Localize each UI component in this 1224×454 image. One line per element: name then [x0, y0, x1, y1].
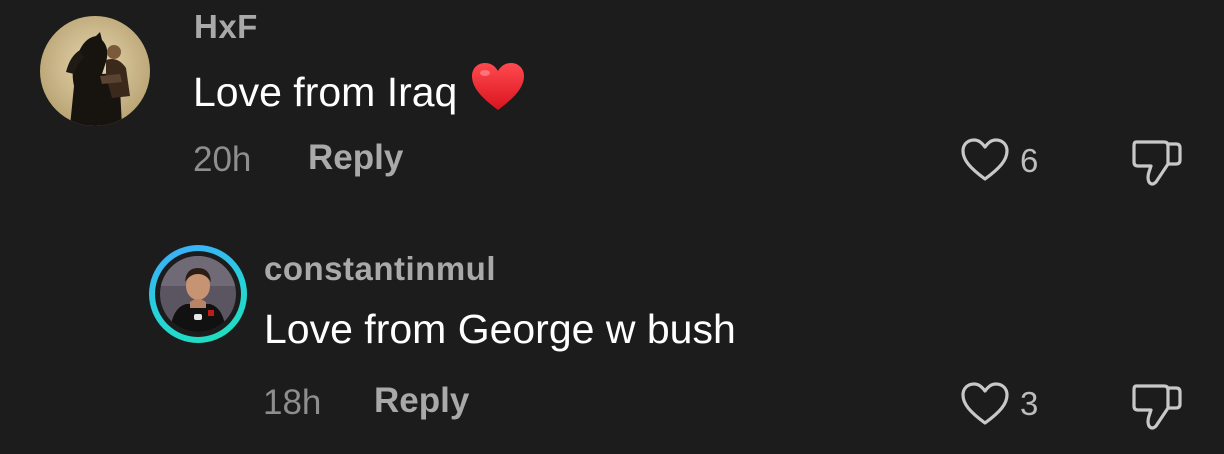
- avatar[interactable]: [160, 256, 236, 332]
- thumbs-down-icon[interactable]: [1130, 380, 1184, 437]
- username[interactable]: HxF: [194, 8, 258, 46]
- heart-outline-icon[interactable]: [960, 137, 1010, 188]
- comment-time: 20h: [193, 140, 252, 179]
- comment-text-content: Love from Iraq: [193, 69, 458, 115]
- comment: HxF Love from Iraq 20h Reply 6: [0, 0, 1224, 210]
- comment-text: Love from George w bush: [264, 306, 736, 352]
- comments-section: HxF Love from Iraq 20h Reply 6 constanti…: [0, 0, 1224, 454]
- comment-text: Love from Iraq: [193, 62, 525, 122]
- username[interactable]: constantinmul: [264, 250, 496, 288]
- reply-button[interactable]: Reply: [308, 138, 403, 178]
- reply-comment: constantinmul Love from George w bush 18…: [0, 240, 1224, 454]
- comment-time: 18h: [263, 383, 322, 422]
- like-count: 6: [1020, 142, 1039, 179]
- heart-outline-icon[interactable]: [960, 381, 1010, 432]
- avatar[interactable]: [40, 16, 150, 126]
- thumbs-down-icon[interactable]: [1130, 136, 1184, 193]
- reply-button[interactable]: Reply: [374, 381, 469, 421]
- like-count: 3: [1020, 385, 1039, 422]
- red-heart-emoji-icon: [471, 62, 525, 122]
